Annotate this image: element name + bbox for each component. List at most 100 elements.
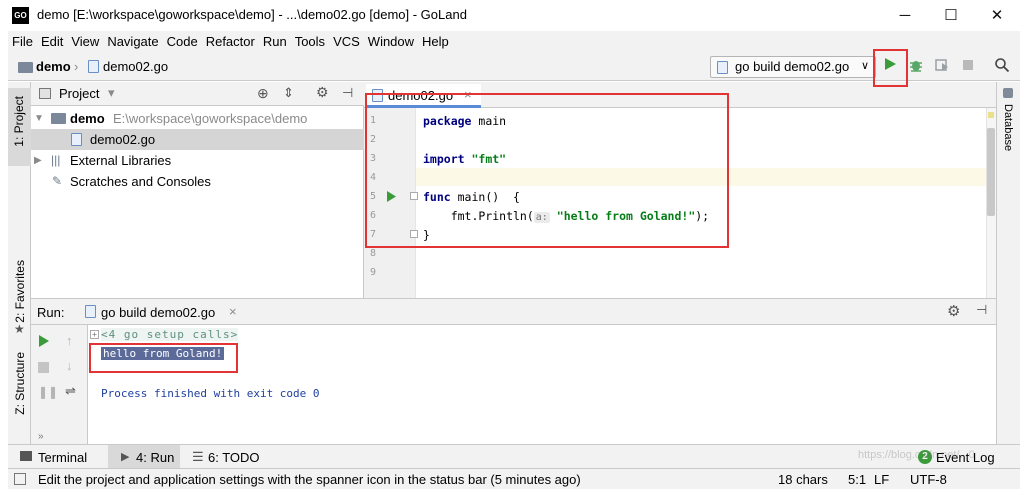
tree-item-demo02[interactable]: demo02.go [31,129,364,150]
database-tool-button[interactable]: Database [1002,104,1014,151]
menu-code[interactable]: Code [163,31,202,49]
gear-icon[interactable]: ⚙ [947,302,960,320]
maximize-button[interactable]: ☐ [928,0,974,31]
tree-item-label: Scratches and Consoles [70,174,211,189]
favorites-tool-button[interactable]: 2: Favorites [13,260,27,323]
status-message[interactable]: Edit the project and application setting… [38,472,581,487]
close-button[interactable]: ✕ [974,0,1020,31]
run-icon: ▶ [121,451,130,463]
project-panel: Project ▾ ⊕ ⇕ ⚙ ⊣ ▼ demo E:\workspace\go… [31,82,364,298]
code-line-1: package main [423,114,507,128]
locate-icon[interactable]: ⊕ [257,85,269,102]
run-panel-label: Run: [37,305,65,320]
selection-chars: 18 chars [778,472,828,487]
title-bar: GO demo [E:\workspace\goworkspace\demo] … [0,0,1026,31]
run-toolbar: ❚❚ » ↑ ↓ ⇌ [31,325,88,444]
rerun-icon[interactable] [38,335,50,350]
tree-item-demo[interactable]: ▼ demo E:\workspace\goworkspace\demo [31,108,364,129]
folder-icon [18,62,33,73]
structure-tool-button[interactable]: Z: Structure [13,352,27,415]
tool-windows-icon[interactable] [14,473,26,485]
more-icon[interactable]: » [38,431,44,442]
menu-run[interactable]: Run [259,31,291,49]
pause-icon[interactable]: ❚❚ [38,385,58,399]
run-tab[interactable]: ▶ 4: Run [108,445,180,469]
console-output-line: hello from Goland! [101,347,225,360]
down-arrow-icon[interactable]: ↓ [66,358,73,373]
chevron-down-icon[interactable]: ▼ [34,108,44,129]
line-number: 1 [370,115,377,126]
go-file-icon [717,61,728,74]
tree-item-external-libraries[interactable]: ▶ ||| External Libraries [31,150,364,171]
menu-vcs[interactable]: VCS [329,31,364,49]
expand-icon[interactable]: + [90,330,99,339]
chevron-right-icon[interactable]: ▶ [34,150,42,171]
menu-help[interactable]: Help [418,31,453,49]
hide-icon[interactable]: ⊣ [342,85,353,101]
folder-icon [51,113,66,124]
run-icon[interactable] [880,57,900,77]
debug-icon[interactable] [906,57,926,77]
left-tool-strip: 1: Project 2: Favorites ★ Z: Structure [8,82,31,444]
code-line-7: } [423,228,430,242]
tree-item-scratches[interactable]: ✎ Scratches and Consoles [31,171,364,192]
window-title: demo [E:\workspace\goworkspace\demo] - .… [37,7,467,22]
breadcrumb-file[interactable]: demo02.go [103,59,168,74]
status-bar: Edit the project and application setting… [8,449,1020,489]
project-tool-label: 1: Project [12,96,26,147]
collapse-all-icon[interactable]: ⇕ [283,85,294,101]
line-number: 6 [370,210,377,221]
menu-tools[interactable]: Tools [291,31,329,49]
terminal-icon [20,451,32,461]
chevron-down-icon: ∨ [860,60,869,72]
gear-icon[interactable]: ⚙ [316,84,329,101]
up-arrow-icon[interactable]: ↑ [66,333,73,348]
stop-icon[interactable] [958,57,978,77]
menu-file[interactable]: File [8,31,37,49]
goland-logo: GO [12,7,29,24]
tree-item-path: E:\workspace\goworkspace\demo [113,111,308,126]
project-tool-button[interactable]: 1: Project [8,88,31,166]
terminal-tab[interactable]: Terminal [38,450,87,465]
console-output[interactable]: + <4 go setup calls> hello from Goland! … [88,325,996,444]
coverage-icon[interactable] [932,57,952,77]
inspection-indicator[interactable] [988,112,994,118]
search-icon[interactable] [992,57,1012,77]
editor-scroll-thumb[interactable] [987,128,995,216]
run-gutter-icon[interactable] [386,190,397,205]
editor-tab-label: demo02.go [388,88,454,103]
project-panel-title[interactable]: Project [59,86,99,101]
line-separator[interactable]: LF [874,472,889,487]
soft-wrap-icon[interactable]: ⇌ [65,383,76,399]
setup-calls-fold[interactable]: <4 go setup calls> [101,328,239,341]
menu-refactor[interactable]: Refactor [202,31,259,49]
file-encoding[interactable]: UTF-8 [910,472,947,487]
minimize-button[interactable]: ─ [882,0,928,31]
code-editor[interactable]: package main import "fmt" func main() { … [416,108,986,298]
run-config-selector[interactable]: go build demo02.go ∨ [710,56,876,78]
editor-tab-demo02[interactable]: demo02.go × [366,84,481,108]
menu-window[interactable]: Window [364,31,418,49]
menu-navigate[interactable]: Navigate [103,31,162,49]
line-number: 3 [370,153,377,164]
go-file-icon [71,133,82,146]
todo-tab[interactable]: 6: TODO [208,450,260,465]
line-number: 9 [370,267,377,278]
hide-icon[interactable]: ⊣ [976,302,987,318]
close-icon[interactable]: × [464,87,472,102]
chevron-down-icon[interactable]: ▾ [108,85,115,101]
menu-view[interactable]: View [67,31,103,49]
menu-edit[interactable]: Edit [37,31,67,49]
editor-tab-bar: demo02.go × [364,82,996,108]
stop-icon[interactable] [38,362,49,373]
parameter-hint: a: [533,212,550,223]
library-icon: ||| [51,153,61,167]
caret-position[interactable]: 5:1 [848,472,866,487]
line-number: 5 [370,191,377,202]
close-icon[interactable]: × [229,304,237,319]
go-file-icon [88,60,99,73]
breadcrumb-project[interactable]: demo [36,59,71,74]
watermark: https://blog.csdn.net/...0 [858,449,975,461]
run-tab-label[interactable]: go build demo02.go [101,305,215,320]
breadcrumb-separator: › [74,59,79,74]
